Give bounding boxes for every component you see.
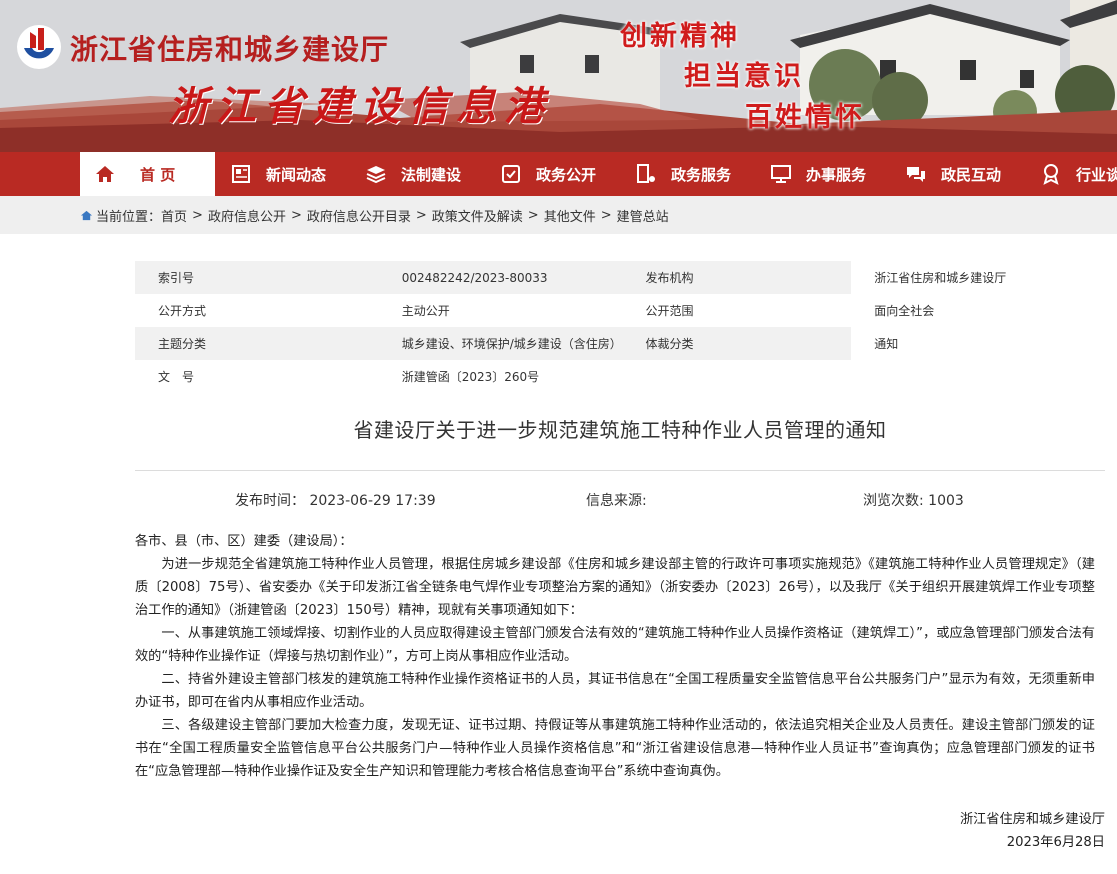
logo-icon	[17, 25, 61, 69]
meta-row: 公开方式 主动公开 公开范围 面向全社会	[135, 294, 1105, 327]
meta-topic-label: 主题分类	[135, 327, 379, 360]
nav-label-interaction: 政民互动	[941, 165, 1002, 184]
slogan-2: 担当意识	[684, 61, 804, 92]
signature-date: 2023年6月28日	[1006, 835, 1105, 850]
nav-label-home: 首 页	[140, 165, 176, 184]
meta-index-label: 索引号	[135, 261, 379, 294]
news-icon	[232, 165, 250, 183]
meta-topic-value: 城乡建设、环境保护/城乡建设（含住房）	[378, 327, 623, 360]
layers-icon	[366, 166, 386, 184]
nav-label-gov-open: 政务公开	[536, 165, 597, 184]
award-icon	[1043, 164, 1059, 185]
meta-row: 索引号 002482242/2023-80033 发布机构 浙江省住房和城乡建设…	[135, 261, 1105, 294]
breadcrumb-gov-info-catalog[interactable]: 政府信息公开目录	[307, 206, 411, 225]
breadcrumb-separator: >	[192, 207, 203, 223]
publish-time-value: 2023-06-29 17:39	[309, 493, 436, 509]
salutation: 各市、县（市、区）建委（建设局）：	[135, 534, 353, 549]
breadcrumb-gov-info[interactable]: 政府信息公开	[208, 206, 286, 225]
meta-doc-no-label: 文 号	[135, 360, 379, 393]
paragraph: 为进一步规范全省建筑施工特种作业人员管理，根据住房城乡建设部《住房和城乡建设部主…	[135, 557, 1095, 618]
publish-time-label: 发布时间：	[235, 493, 305, 509]
slogan-1: 创新精神	[620, 21, 740, 52]
department-name: 浙江省住房和城乡建设厅	[70, 33, 390, 66]
service-icon	[637, 164, 655, 183]
view-count-value: 1003	[928, 493, 964, 509]
meta-open-mode-label: 公开方式	[135, 294, 379, 327]
document-icon	[502, 165, 520, 183]
breadcrumb-separator: >	[415, 207, 427, 223]
meta-genre-value: 通知	[851, 327, 1105, 360]
view-count-label: 浏览次数:	[863, 493, 924, 509]
meta-empty-cell	[851, 360, 1105, 393]
breadcrumb-construction-station[interactable]: 建管总站	[617, 206, 669, 225]
nav-label-legal: 法制建设	[401, 165, 462, 184]
slogan-3: 百姓情怀	[745, 102, 865, 133]
nav-item-legal[interactable]: 法制建设	[365, 152, 461, 196]
info-source-label: 信息来源:	[586, 493, 647, 509]
divider	[135, 470, 1105, 471]
nav-label-industry: 行业谈	[1076, 165, 1117, 184]
location-home-icon	[80, 210, 93, 220]
nav-label-news: 新闻动态	[266, 165, 327, 184]
breadcrumb: 当前位置： 首页 > 政府信息公开 > 政府信息公开目录 > 政策文件及解读 >…	[80, 206, 669, 225]
nav-item-home[interactable]: 首 页	[80, 152, 215, 196]
breadcrumb-bar: 当前位置： 首页 > 政府信息公开 > 政府信息公开目录 > 政策文件及解读 >…	[0, 196, 1117, 234]
paragraph: 一、从事建筑施工领域焊接、切割作业的人员应取得建设主管部门颁发合法有效的“建筑施…	[135, 626, 1095, 664]
view-count: 浏览次数: 1003	[863, 490, 964, 510]
breadcrumb-policy[interactable]: 政策文件及解读	[432, 206, 523, 225]
publish-time: 发布时间： 2023-06-29 17:39	[235, 490, 436, 510]
paragraph: 二、持省外建设主管部门核发的建筑施工特种作业操作资格证书的人员，其证书信息在“全…	[135, 672, 1095, 710]
home-icon	[96, 166, 114, 182]
meta-open-mode-value: 主动公开	[378, 294, 623, 327]
nav-item-industry[interactable]: 行业谈	[1040, 152, 1117, 196]
breadcrumb-separator: >	[527, 207, 539, 223]
paragraph: 三、各级建设主管部门要加大检查力度，发现无证、证书过期、持假证等从事建筑施工特种…	[135, 718, 1095, 779]
meta-open-scope-value: 面向全社会	[851, 294, 1105, 327]
breadcrumb-prefix: 当前位置：	[96, 209, 162, 225]
meta-issuer-label: 发布机构	[622, 261, 852, 294]
nav-item-interaction[interactable]: 政民互动	[905, 152, 1001, 196]
signature: 浙江省住房和城乡建设厅	[959, 812, 1105, 827]
breadcrumb-home[interactable]: 首页	[161, 206, 187, 225]
meta-empty-cell	[622, 360, 852, 393]
info-source: 信息来源:	[586, 490, 647, 510]
main-nav: 首 页 新闻动态 法制建设 政务公开 政务服务 办事服务 政民互动 行业谈	[0, 152, 1117, 196]
meta-open-scope-label: 公开范围	[622, 294, 852, 327]
header-banner: 浙江省住房和城乡建设厅 浙江省建设信息港 创新精神 担当意识 百姓情怀	[0, 0, 1117, 152]
nav-label-affairs: 办事服务	[806, 165, 867, 184]
monitor-icon	[771, 165, 791, 183]
meta-issuer-value: 浙江省住房和城乡建设厅	[851, 261, 1105, 294]
meta-doc-no-value: 浙建管函〔2023〕260号	[378, 360, 623, 393]
article-body: 各市、县（市、区）建委（建设局）： 为进一步规范全省建筑施工特种作业人员管理，根…	[135, 530, 1095, 783]
nav-label-gov-service: 政务服务	[671, 165, 732, 184]
meta-row: 文 号 浙建管函〔2023〕260号	[135, 360, 1105, 393]
nav-item-affairs[interactable]: 办事服务	[770, 152, 866, 196]
chat-icon	[907, 167, 925, 182]
breadcrumb-other-files[interactable]: 其他文件	[544, 206, 596, 225]
breadcrumb-separator: >	[290, 207, 302, 223]
article-title: 省建设厅关于进一步规范建筑施工特种作业人员管理的通知	[353, 418, 887, 442]
site-name: 浙江省建设信息港	[168, 83, 552, 130]
meta-row: 主题分类 城乡建设、环境保护/城乡建设（含住房） 体裁分类 通知	[135, 327, 1105, 360]
meta-index-value: 002482242/2023-80033	[378, 261, 623, 294]
nav-item-news[interactable]: 新闻动态	[230, 152, 326, 196]
nav-item-gov-open[interactable]: 政务公开	[500, 152, 596, 196]
nav-item-gov-service[interactable]: 政务服务	[635, 152, 731, 196]
document-meta-table: 索引号 002482242/2023-80033 发布机构 浙江省住房和城乡建设…	[135, 261, 1105, 393]
breadcrumb-separator: >	[600, 207, 612, 223]
meta-genre-label: 体裁分类	[622, 327, 852, 360]
